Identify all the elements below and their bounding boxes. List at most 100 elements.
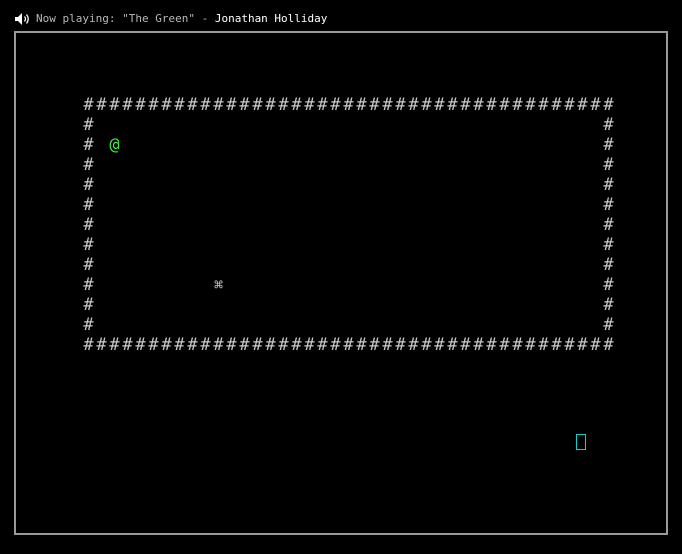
- wall-tile: #: [512, 335, 523, 355]
- wall-tile: #: [278, 335, 289, 355]
- wall-tile: #: [603, 315, 614, 335]
- wall-tile: #: [83, 235, 94, 255]
- wall-tile: #: [395, 335, 406, 355]
- wall-tile: #: [304, 95, 315, 115]
- wall-tile: #: [343, 95, 354, 115]
- wall-tile: #: [603, 255, 614, 275]
- wall-tile: #: [603, 195, 614, 215]
- game-viewport[interactable]: # # # # # # # # # # # # # # # # # # # # # # # # # # # # # # # # # # # # # # # #…: [14, 31, 668, 535]
- wall-tile: #: [486, 95, 497, 115]
- wall-tile: #: [447, 335, 458, 355]
- wall-tile: #: [356, 95, 367, 115]
- wall-tile: #: [369, 335, 380, 355]
- wall-tile: #: [96, 335, 107, 355]
- speaker-icon: [15, 13, 29, 25]
- wall-tile: #: [525, 95, 536, 115]
- wall-tile: #: [174, 335, 185, 355]
- wall-tile: #: [408, 335, 419, 355]
- wall-tile: #: [213, 335, 224, 355]
- wall-tile: #: [551, 95, 562, 115]
- item-glyph: ⌘: [213, 276, 224, 294]
- wall-tile: #: [96, 95, 107, 115]
- wall-tile: #: [122, 95, 133, 115]
- wall-tile: #: [564, 95, 575, 115]
- wall-tile: #: [460, 95, 471, 115]
- wall-tile: #: [434, 335, 445, 355]
- wall-tile: #: [408, 95, 419, 115]
- wall-tile: #: [330, 95, 341, 115]
- wall-tile: #: [395, 95, 406, 115]
- wall-tile: #: [278, 95, 289, 115]
- cursor-marker: [576, 434, 586, 450]
- wall-tile: #: [252, 335, 263, 355]
- wall-tile: #: [83, 135, 94, 155]
- wall-tile: #: [473, 335, 484, 355]
- wall-tile: #: [200, 335, 211, 355]
- wall-tile: #: [460, 335, 471, 355]
- wall-tile: #: [486, 335, 497, 355]
- wall-tile: #: [83, 95, 94, 115]
- now-playing-label: Now playing:: [36, 12, 123, 25]
- wall-tile: #: [83, 255, 94, 275]
- wall-tile: #: [434, 95, 445, 115]
- wall-tile: #: [382, 335, 393, 355]
- wall-tile: #: [603, 115, 614, 135]
- wall-tile: #: [577, 335, 588, 355]
- wall-tile: #: [122, 335, 133, 355]
- wall-tile: #: [356, 335, 367, 355]
- wall-tile: #: [252, 95, 263, 115]
- wall-tile: #: [161, 335, 172, 355]
- wall-tile: #: [135, 95, 146, 115]
- wall-tile: #: [603, 295, 614, 315]
- wall-tile: #: [239, 335, 250, 355]
- wall-tile: #: [83, 315, 94, 335]
- wall-tile: #: [603, 135, 614, 155]
- wall-tile: #: [239, 95, 250, 115]
- wall-tile: #: [603, 275, 614, 295]
- wall-tile: #: [499, 335, 510, 355]
- wall-tile: #: [265, 95, 276, 115]
- wall-tile: #: [304, 335, 315, 355]
- wall-tile: #: [603, 215, 614, 235]
- wall-tile: #: [343, 335, 354, 355]
- wall-tile: #: [291, 95, 302, 115]
- wall-tile: #: [525, 335, 536, 355]
- wall-tile: #: [213, 95, 224, 115]
- wall-tile: #: [226, 335, 237, 355]
- wall-tile: #: [382, 95, 393, 115]
- wall-tile: #: [330, 335, 341, 355]
- wall-tile: #: [148, 335, 159, 355]
- wall-tile: #: [603, 95, 614, 115]
- wall-tile: #: [265, 335, 276, 355]
- wall-tile: #: [83, 115, 94, 135]
- wall-tile: #: [512, 95, 523, 115]
- wall-tile: #: [421, 95, 432, 115]
- wall-tile: #: [291, 335, 302, 355]
- wall-tile: #: [369, 95, 380, 115]
- wall-tile: #: [83, 155, 94, 175]
- wall-tile: #: [577, 95, 588, 115]
- wall-tile: #: [538, 95, 549, 115]
- wall-tile: #: [590, 335, 601, 355]
- wall-tile: #: [473, 95, 484, 115]
- wall-tile: #: [226, 95, 237, 115]
- wall-tile: #: [499, 95, 510, 115]
- wall-tile: #: [161, 95, 172, 115]
- wall-tile: #: [83, 175, 94, 195]
- wall-tile: #: [200, 95, 211, 115]
- wall-tile: #: [603, 235, 614, 255]
- artist-name: Jonathan Holliday: [214, 12, 328, 25]
- wall-tile: #: [83, 275, 94, 295]
- now-playing-bar: Now playing: "The Green" - Jonathan Holl…: [14, 11, 327, 27]
- wall-tile: #: [603, 335, 614, 355]
- wall-tile: #: [603, 155, 614, 175]
- wall-tile: #: [447, 95, 458, 115]
- wall-tile: #: [148, 95, 159, 115]
- wall-tile: #: [83, 295, 94, 315]
- wall-tile: #: [135, 335, 146, 355]
- wall-tile: #: [603, 175, 614, 195]
- track-title: "The Green": [122, 12, 195, 25]
- wall-tile: #: [187, 95, 198, 115]
- wall-tile: #: [174, 95, 185, 115]
- wall-tile: #: [109, 95, 120, 115]
